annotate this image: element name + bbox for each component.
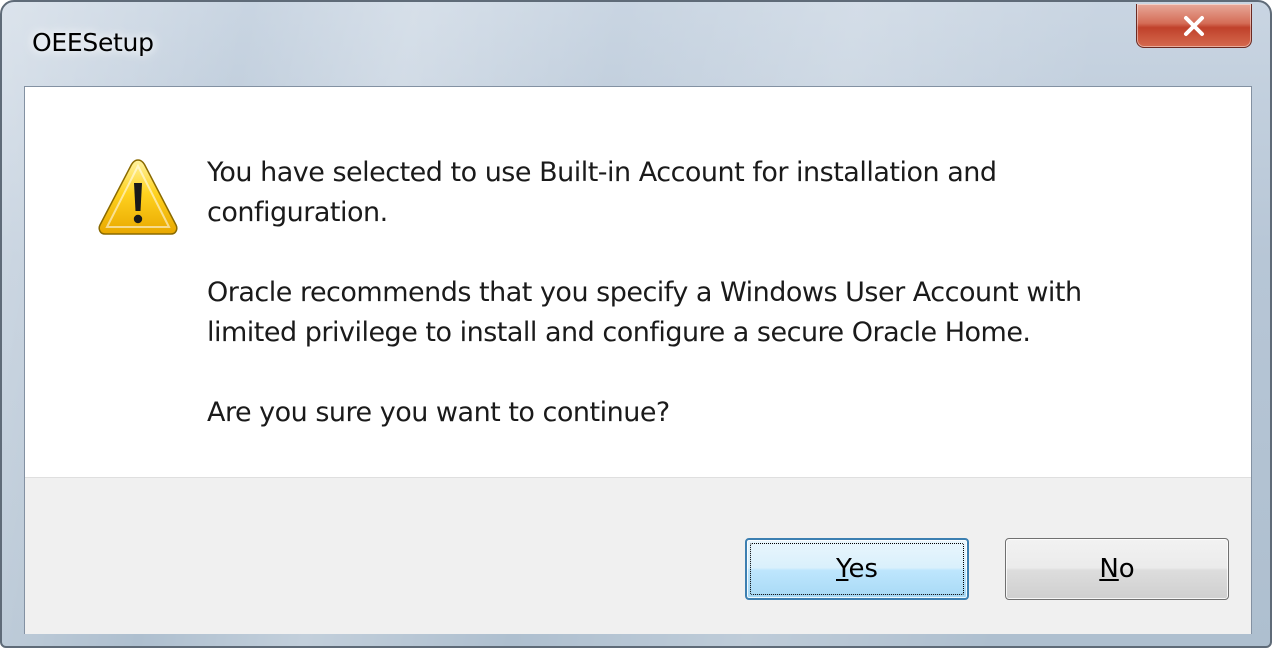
no-label-rest: o: [1118, 554, 1135, 584]
window-title: OEESetup: [32, 28, 154, 57]
title-bar[interactable]: OEESetup: [2, 2, 1270, 86]
no-button-label: No: [1099, 554, 1134, 584]
no-mnemonic: N: [1099, 554, 1119, 584]
button-bar: Yes No: [25, 477, 1251, 634]
yes-button[interactable]: Yes: [745, 538, 969, 600]
message-line-confirm: Are you sure you want to continue?: [207, 397, 670, 428]
close-icon: [1184, 15, 1204, 36]
warning-icon: [98, 159, 178, 235]
yes-mnemonic: Y: [836, 554, 849, 584]
dialog-window: OEESetup You have selected to use Built-…: [0, 0, 1272, 648]
message-text: You have selected to use Built-in Accoun…: [207, 153, 1207, 433]
yes-button-label: Yes: [836, 554, 878, 584]
close-button[interactable]: [1136, 4, 1252, 48]
message-area: You have selected to use Built-in Accoun…: [25, 87, 1251, 477]
yes-label-rest: es: [848, 554, 878, 584]
message-line-recommendation: Oracle recommends that you specify a Win…: [207, 277, 1082, 348]
dialog-client-area: You have selected to use Built-in Accoun…: [24, 86, 1252, 634]
message-line-built-in-account: You have selected to use Built-in Accoun…: [207, 157, 997, 228]
no-button[interactable]: No: [1005, 538, 1229, 600]
